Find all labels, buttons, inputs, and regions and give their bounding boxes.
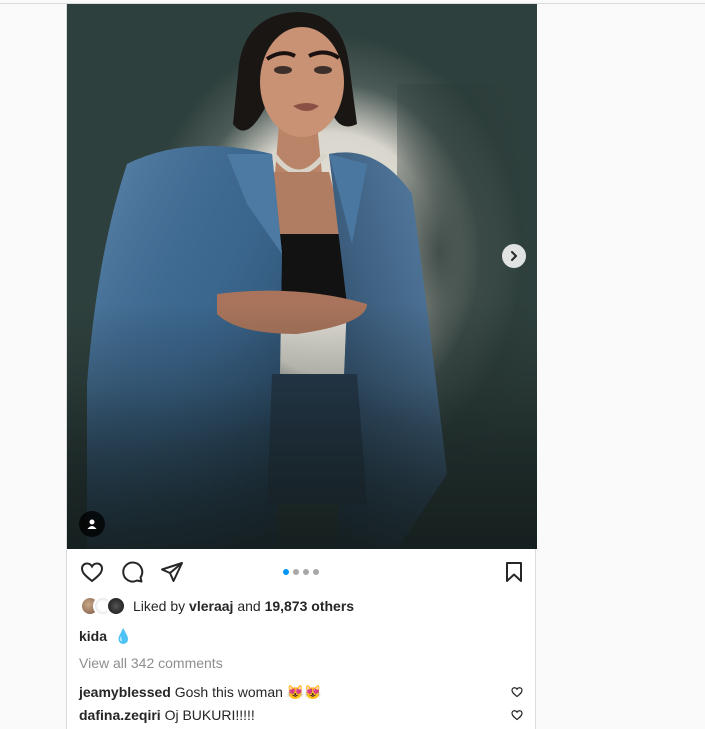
media-vignette bbox=[67, 4, 537, 549]
comment-text: Oj BUKURI!!!!! bbox=[164, 707, 255, 723]
comment-like-icon[interactable] bbox=[511, 709, 523, 721]
caption-text: 💧 bbox=[114, 628, 133, 644]
carousel-next-button[interactable] bbox=[502, 244, 526, 268]
view-all-comments-link[interactable]: View all 342 comments bbox=[79, 655, 223, 671]
comment-icon bbox=[122, 561, 144, 583]
caption-username[interactable]: kida bbox=[79, 628, 107, 644]
paper-plane-icon bbox=[161, 562, 183, 582]
liked-by-label: Liked by bbox=[133, 598, 186, 614]
avatar[interactable] bbox=[106, 596, 126, 616]
carousel-indicator bbox=[283, 569, 319, 575]
post-media[interactable] bbox=[67, 4, 537, 549]
comment-like-icon[interactable] bbox=[511, 686, 523, 698]
carousel-dot bbox=[303, 569, 309, 575]
comment-item: jeamyblessed Gosh this woman 😻😻 bbox=[79, 684, 529, 701]
comment-username[interactable]: jeamyblessed bbox=[79, 684, 171, 700]
like-button[interactable] bbox=[79, 559, 105, 585]
liked-by-and: and bbox=[237, 598, 261, 614]
carousel-dot bbox=[293, 569, 299, 575]
user-tag-icon bbox=[87, 519, 97, 529]
liker-avatars bbox=[80, 596, 126, 616]
bookmark-icon bbox=[506, 562, 522, 582]
liked-by-user-link[interactable]: vleraaj bbox=[189, 598, 233, 614]
chevron-right-icon bbox=[511, 251, 517, 261]
likes-summary: Liked by vleraaj and 19,873 others bbox=[80, 596, 354, 616]
carousel-dot bbox=[283, 569, 289, 575]
comment-item: dafina.zeqiri Oj BUKURI!!!!! bbox=[79, 707, 529, 723]
post-actions bbox=[67, 549, 535, 595]
likes-count-link[interactable]: 19,873 others bbox=[265, 598, 355, 614]
comment-button[interactable] bbox=[119, 559, 145, 585]
share-button[interactable] bbox=[159, 559, 185, 585]
post-caption: kida 💧 bbox=[79, 628, 132, 645]
feed-post bbox=[66, 4, 537, 729]
comment-text: Gosh this woman 😻😻 bbox=[174, 684, 322, 700]
carousel-dot bbox=[313, 569, 319, 575]
user-tags-button[interactable] bbox=[79, 511, 105, 537]
comment-username[interactable]: dafina.zeqiri bbox=[79, 707, 161, 723]
heart-icon bbox=[80, 562, 104, 583]
likes-text: Liked by vleraaj and 19,873 others bbox=[133, 598, 354, 614]
save-button[interactable] bbox=[501, 559, 527, 585]
